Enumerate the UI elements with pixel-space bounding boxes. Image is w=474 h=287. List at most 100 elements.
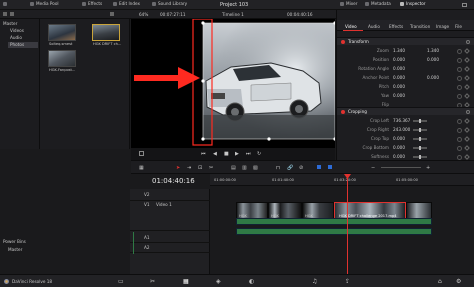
edit-page-icon[interactable]: ▦ [183, 278, 189, 285]
marker-icon[interactable] [328, 165, 332, 169]
reset-param-icon[interactable] [457, 127, 462, 133]
reset-param-icon[interactable] [457, 145, 462, 151]
reset-param-icon[interactable] [457, 136, 462, 142]
keyframe-icon[interactable] [464, 57, 470, 63]
track-header-v1[interactable]: V1 Video 1 [130, 201, 210, 231]
blade-tool-icon[interactable]: ✂ [209, 165, 213, 171]
keyframe-icon[interactable] [464, 127, 470, 133]
keyframe-icon[interactable] [464, 48, 470, 54]
track-header-a1[interactable]: A1 [130, 233, 210, 243]
bin-audio[interactable]: Audio [10, 35, 22, 40]
zoom-level[interactable]: 64% [139, 12, 148, 17]
reset-param-icon[interactable] [457, 154, 462, 160]
tab-inspector[interactable]: Inspector [400, 1, 426, 7]
cropping-section-header[interactable]: Cropping [337, 107, 474, 115]
search-icon[interactable] [110, 12, 114, 16]
stop-icon[interactable]: ■ [224, 151, 229, 157]
reset-param-icon[interactable] [457, 48, 462, 54]
tab-media-pool[interactable]: Media Pool [30, 1, 59, 7]
timeline-selector[interactable]: Timeline 1 [222, 12, 244, 17]
bin-photos[interactable]: Photos [8, 42, 38, 48]
param-value-x[interactable]: 1.340 [393, 48, 405, 53]
param-value-y[interactable]: 0.000 [427, 75, 439, 80]
playhead[interactable] [347, 174, 348, 274]
media-thumbnail-selected[interactable] [92, 24, 120, 41]
bin-videos[interactable]: Videos [10, 28, 24, 33]
home-icon[interactable]: ⌂ [438, 278, 442, 285]
tab-image[interactable]: Image [436, 24, 449, 29]
keyframe-icon[interactable] [464, 84, 470, 90]
fusion-page-icon[interactable]: ◈ [216, 278, 221, 285]
media-page-icon[interactable]: ▭ [118, 278, 124, 285]
play-reverse-icon[interactable]: ◀ [213, 151, 217, 157]
link-icon[interactable]: 🔗 [287, 165, 293, 171]
keyframe-icon[interactable] [464, 118, 470, 124]
overwrite-clip-icon[interactable]: ▥ [242, 165, 247, 171]
skip-forward-icon[interactable]: ⏭ [246, 151, 251, 157]
param-value-x[interactable]: 0.000 [393, 66, 405, 71]
zoom-out-icon[interactable]: − [371, 165, 375, 171]
snapping-icon[interactable]: ⊓ [276, 165, 280, 171]
insert-clip-icon[interactable]: ▤ [231, 165, 236, 171]
timeline-ruler[interactable]: 01:00:00:00 01:01:40:00 01:03:20:00 01:0… [210, 174, 474, 186]
track-header-a2[interactable]: A2 [130, 243, 210, 253]
flag-icon[interactable] [317, 165, 321, 169]
tab-edit-index[interactable]: Edit Index [113, 1, 140, 7]
section-enable-toggle[interactable] [341, 110, 345, 114]
zoom-in-icon[interactable]: + [426, 165, 430, 171]
grid-view-icon[interactable] [10, 12, 14, 16]
cut-page-icon[interactable]: ✂ [150, 278, 155, 285]
tab-effects[interactable]: Effects [82, 1, 102, 7]
tab-transition[interactable]: Transition [410, 24, 430, 29]
tab-video[interactable]: Video [345, 24, 357, 29]
keyframe-icon[interactable] [464, 75, 470, 81]
dynamic-trim-icon[interactable]: ⊡ [198, 165, 202, 171]
keyframe-icon[interactable] [464, 66, 470, 72]
tab-sound-library[interactable]: Sound Library [152, 1, 187, 7]
tab-metadata[interactable]: Metadata [365, 1, 391, 7]
param-slider[interactable] [413, 145, 427, 150]
track-header-v2[interactable]: V2 [130, 189, 210, 201]
tab-audio[interactable]: Audio [368, 24, 380, 29]
param-slider[interactable] [413, 127, 427, 132]
list-view-icon[interactable] [3, 12, 7, 16]
power-bin-master[interactable]: Master [8, 247, 22, 252]
tab-effects-inspector[interactable]: Effects [389, 24, 403, 29]
audio-clip-a1[interactable] [236, 218, 432, 225]
color-page-icon[interactable]: ◐ [249, 278, 254, 285]
param-value-y[interactable]: 1.340 [427, 48, 439, 53]
param-value-x[interactable]: 0.000 [393, 84, 405, 89]
param-value-x[interactable]: 0.000 [393, 136, 405, 141]
reset-param-icon[interactable] [457, 75, 462, 81]
param-slider[interactable] [413, 154, 427, 159]
deliver-page-icon[interactable]: ⇪ [345, 278, 350, 285]
reset-param-icon[interactable] [457, 66, 462, 72]
reset-icon[interactable] [466, 40, 470, 44]
panel-toggle-icon[interactable] [3, 2, 7, 6]
reset-param-icon[interactable] [457, 118, 462, 124]
param-value-x[interactable]: 243.000 [393, 127, 410, 132]
param-value-y[interactable]: 0.000 [427, 57, 439, 62]
keyframe-icon[interactable] [464, 145, 470, 151]
timeline-view-options-icon[interactable]: ▦ [139, 165, 144, 171]
transform-tool-icon[interactable] [139, 151, 144, 156]
media-thumbnail[interactable] [48, 24, 76, 41]
position-lock-icon[interactable]: ⊘ [299, 165, 303, 171]
reset-param-icon[interactable] [457, 84, 462, 90]
reset-param-icon[interactable] [457, 57, 462, 63]
transform-section-header[interactable]: Transform [337, 37, 474, 45]
keyframe-icon[interactable] [464, 93, 470, 99]
tab-file[interactable]: File [455, 24, 462, 29]
settings-icon[interactable]: ⚙ [456, 278, 461, 285]
section-enable-toggle[interactable] [341, 40, 345, 44]
audio-clip-a2[interactable] [236, 228, 432, 235]
selection-tool-icon[interactable]: ➤ [176, 165, 180, 171]
media-thumbnail[interactable] [48, 50, 76, 67]
replace-clip-icon[interactable]: ▧ [253, 165, 258, 171]
param-slider[interactable] [413, 118, 427, 123]
reset-icon[interactable] [466, 110, 470, 114]
tab-mixer[interactable]: Mixer [340, 1, 357, 7]
param-value-x[interactable]: 736.367 [393, 118, 410, 123]
param-slider[interactable] [413, 136, 427, 141]
param-value-x[interactable]: 0.000 [393, 75, 405, 80]
